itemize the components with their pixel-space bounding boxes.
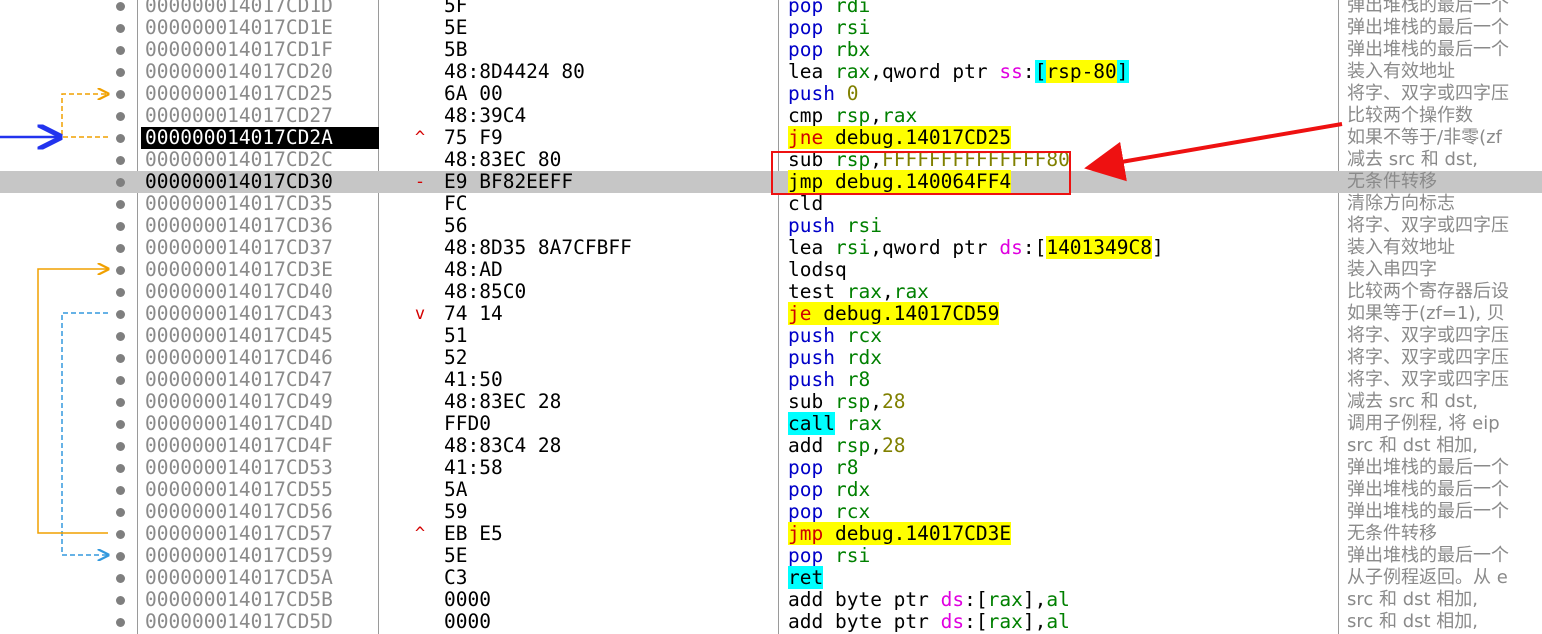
annotation-arrow	[1084, 122, 1343, 182]
loop-jump-arrow	[37, 269, 108, 534]
jne-jump-arrow	[61, 94, 108, 138]
disassembly-view[interactable]: 000000014017CD1D 5F pop rdi 弹出堆栈的最后一个 000000…	[0, 0, 1542, 634]
je-jump-arrow	[61, 312, 108, 555]
jump-arrows	[0, 0, 1343, 634]
annotation-highlight-box	[771, 151, 1071, 195]
